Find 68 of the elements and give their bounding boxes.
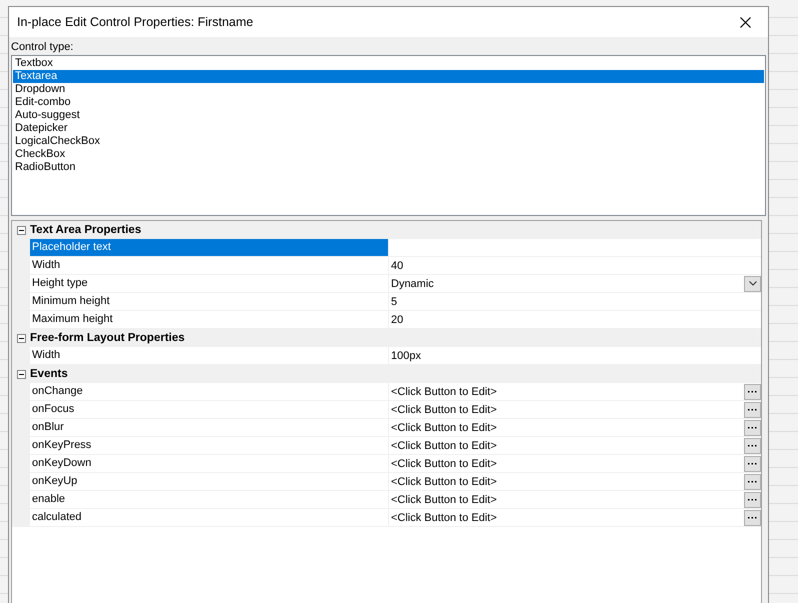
list-item[interactable]: Datepicker (13, 122, 764, 135)
edit-button[interactable] (744, 402, 761, 418)
minus-box-icon (16, 334, 26, 342)
value-text: <Click Button to Edit> (391, 512, 497, 524)
list-item[interactable]: Auto-suggest (13, 109, 764, 122)
list-item[interactable]: Edit-combo (13, 96, 764, 109)
property-value[interactable]: Dynamic (388, 275, 761, 293)
value-text: <Click Button to Edit> (391, 476, 497, 488)
group-title: Text Area Properties (30, 224, 142, 236)
property-name[interactable]: Width (30, 347, 388, 365)
minus-box-icon (16, 370, 26, 378)
property-name[interactable]: onKeyDown (30, 455, 388, 473)
list-item[interactable]: LogicalCheckBox (13, 135, 764, 148)
window-title: In-place Edit Control Properties: Firstname (17, 15, 254, 29)
value-text: <Click Button to Edit> (391, 386, 497, 398)
minus-box-icon (16, 226, 26, 234)
property-name[interactable]: Placeholder text (30, 239, 388, 257)
group-title: Free-form Layout Properties (30, 332, 185, 344)
edit-button[interactable] (744, 510, 761, 526)
value-text: <Click Button to Edit> (391, 404, 497, 416)
value-text: <Click Button to Edit> (391, 422, 497, 434)
property-value[interactable]: 5 (388, 293, 761, 311)
group-title: Events (30, 368, 68, 380)
control-type-label: Control type: (11, 41, 74, 53)
property-value[interactable]: <Click Button to Edit> (388, 455, 761, 473)
property-value[interactable]: <Click Button to Edit> (388, 509, 761, 527)
property-name[interactable]: onKeyPress (30, 437, 388, 455)
property-value[interactable]: <Click Button to Edit> (388, 401, 761, 419)
property-name[interactable]: Maximum height (30, 311, 388, 329)
property-value[interactable]: <Click Button to Edit> (388, 419, 761, 437)
property-name[interactable]: onKeyUp (30, 473, 388, 491)
edit-button[interactable] (744, 492, 761, 508)
value-text: 5 (391, 296, 398, 308)
edit-button[interactable] (744, 420, 761, 436)
list-item[interactable]: Textarea (13, 70, 764, 83)
value-text: 40 (391, 260, 404, 272)
close-icon (740, 16, 750, 28)
edit-button[interactable] (744, 438, 761, 454)
value-text: 100px (391, 350, 421, 362)
value-text: <Click Button to Edit> (391, 440, 497, 452)
list-item[interactable]: Textbox (13, 57, 764, 70)
property-name[interactable]: Minimum height (30, 293, 388, 311)
property-name[interactable]: calculated (30, 509, 388, 527)
list-item[interactable]: RadioButton (13, 161, 764, 174)
property-name[interactable]: onChange (30, 383, 388, 401)
property-value[interactable]: <Click Button to Edit> (388, 383, 761, 401)
property-value[interactable]: <Click Button to Edit> (388, 473, 761, 491)
value-text: 20 (391, 314, 404, 326)
property-value[interactable]: 100px (388, 347, 761, 365)
property-name[interactable]: onFocus (30, 401, 388, 419)
value-text: <Click Button to Edit> (391, 494, 497, 506)
edit-button[interactable] (744, 474, 761, 490)
property-name[interactable]: Width (30, 257, 388, 275)
list-item[interactable]: CheckBox (13, 148, 764, 161)
chevron-down-icon (748, 281, 756, 286)
edit-button[interactable] (744, 384, 761, 400)
edit-button[interactable] (744, 456, 761, 472)
list-item[interactable]: Dropdown (13, 83, 764, 96)
value-text: Dynamic (391, 278, 434, 290)
property-name[interactable]: enable (30, 491, 388, 509)
property-value[interactable]: 40 (388, 257, 761, 275)
value-text: <Click Button to Edit> (391, 458, 497, 470)
property-value[interactable]: <Click Button to Edit> (388, 437, 761, 455)
property-name[interactable]: onBlur (30, 419, 388, 437)
property-value[interactable]: <Click Button to Edit> (388, 491, 761, 509)
dropdown-button[interactable] (744, 276, 761, 292)
property-value[interactable]: 20 (388, 311, 761, 329)
property-name[interactable]: Height type (30, 275, 388, 293)
